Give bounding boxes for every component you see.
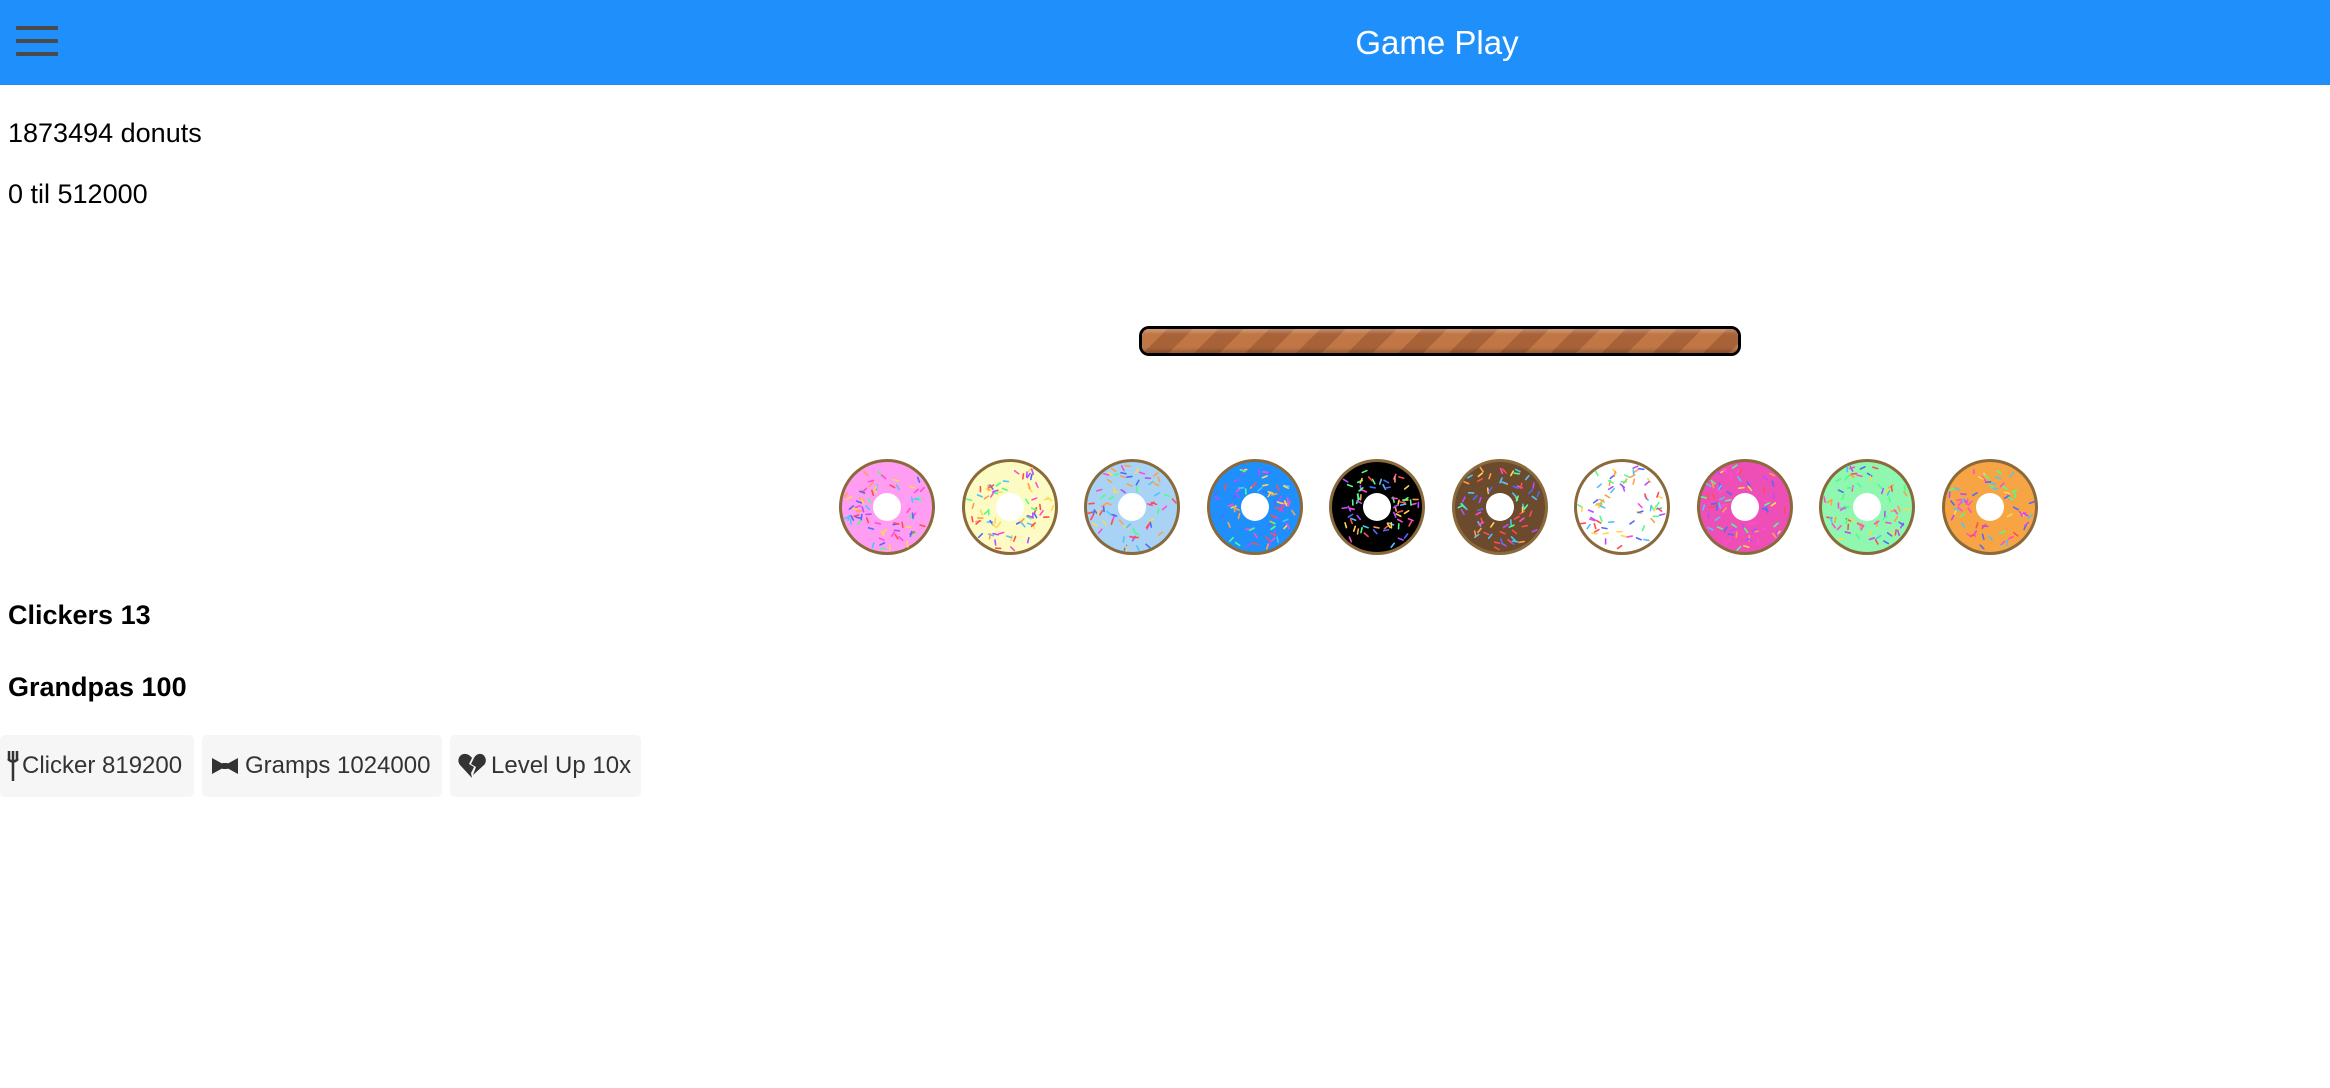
- bowtie-icon: [212, 758, 238, 774]
- donut-pink[interactable]: [837, 457, 937, 557]
- buy-clicker-label: Clicker 819200: [22, 752, 183, 779]
- donut-mint[interactable]: [1817, 457, 1917, 557]
- hamburger-menu-icon[interactable]: [14, 24, 62, 62]
- donut-count: 1873494 donuts: [8, 118, 202, 149]
- donut-blue[interactable]: [1205, 457, 1305, 557]
- buy-gramps-button[interactable]: Gramps 1024000: [202, 735, 442, 797]
- donut-white[interactable]: [1572, 457, 1672, 557]
- donut-light-blue[interactable]: [1082, 457, 1182, 557]
- donut-count-unit: donuts: [120, 118, 202, 148]
- donut-orange[interactable]: [1940, 457, 2040, 557]
- donut-black[interactable]: [1327, 457, 1427, 557]
- buy-clicker-button[interactable]: Clicker 819200: [0, 735, 194, 797]
- page-title: Game Play: [1355, 24, 1519, 61]
- level-progress-bar: [1139, 326, 1741, 356]
- donut-row: [837, 457, 2041, 557]
- broken-heart-icon: [458, 753, 486, 778]
- level-progress-text: 0 til 512000: [8, 179, 148, 209]
- fork-icon: [7, 751, 19, 781]
- level-up-label: Level Up 10x: [491, 752, 632, 779]
- level-up-button[interactable]: Level Up 10x: [450, 735, 641, 797]
- buy-gramps-label: Gramps 1024000: [245, 752, 431, 779]
- donut-count-value: 1873494: [8, 118, 114, 148]
- menu-line: [16, 39, 58, 43]
- top-app-bar: Game Play: [0, 0, 2330, 85]
- grandpas-count: Grandpas 100: [8, 672, 187, 702]
- menu-line: [16, 52, 58, 56]
- menu-line: [16, 26, 58, 30]
- title-wrap: Game Play: [0, 0, 2330, 85]
- donut-chocolate[interactable]: [1450, 457, 1550, 557]
- donut-magenta[interactable]: [1695, 457, 1795, 557]
- donut-vanilla[interactable]: [960, 457, 1060, 557]
- clickers-count: Clickers 13: [8, 600, 151, 630]
- level-progress-fill: [1142, 329, 1738, 353]
